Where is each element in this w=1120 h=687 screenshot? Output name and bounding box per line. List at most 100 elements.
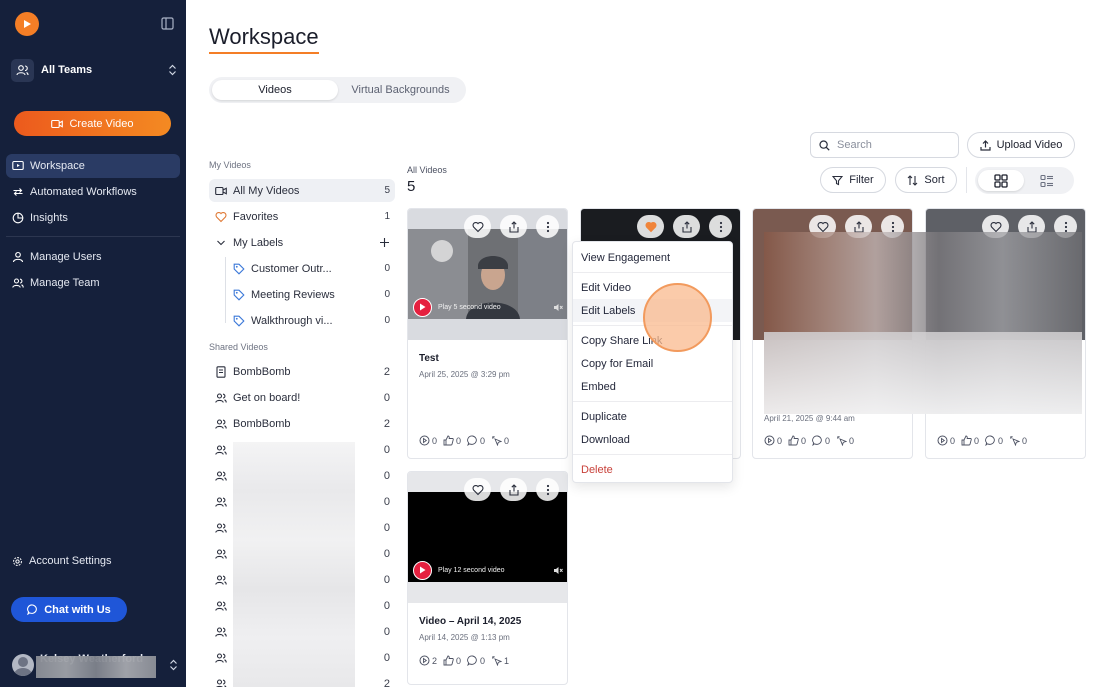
upload-video-button[interactable]: Upload Video: [967, 132, 1075, 158]
redacted-overlay: [36, 656, 156, 678]
mute-icon[interactable]: [553, 566, 563, 575]
toolbar-divider: [966, 167, 967, 193]
search-field[interactable]: [810, 132, 959, 158]
shared-folder-count: 0: [383, 392, 390, 404]
team-selector[interactable]: All Teams: [11, 57, 177, 83]
menu-duplicate[interactable]: Duplicate: [573, 405, 732, 428]
video-camera-icon: [215, 186, 227, 195]
play-duration-text: Play 5 second video: [438, 303, 501, 311]
list-view-button[interactable]: [1024, 170, 1070, 191]
user-menu[interactable]: Kelsey Weatherford: [12, 648, 178, 682]
favorite-button[interactable]: [464, 478, 491, 501]
comment-icon: [467, 435, 477, 446]
chat-bubble-icon: [27, 604, 38, 615]
comments-stat: 0: [812, 435, 830, 446]
users-icon: [215, 653, 227, 663]
shared-folder-item[interactable]: BombBomb 2: [209, 359, 395, 385]
tag-icon: [233, 263, 245, 275]
users-icon: [215, 575, 227, 585]
heart-icon: [215, 211, 227, 222]
label-item[interactable]: Meeting Reviews 0: [209, 283, 395, 306]
likes-count: 0: [456, 435, 462, 446]
video-title[interactable]: Test: [419, 353, 439, 364]
menu-copy-for-email[interactable]: Copy for Email: [573, 352, 732, 375]
video-title[interactable]: Video – April 14, 2025: [419, 616, 521, 627]
nav-item-manage-users[interactable]: Manage Users: [6, 245, 180, 269]
menu-embed[interactable]: Embed: [573, 375, 732, 398]
folder-all-my-videos[interactable]: All My Videos 5: [209, 179, 395, 202]
users-icon: [215, 549, 227, 559]
filter-button[interactable]: Filter: [820, 167, 886, 193]
video-card[interactable]: Play 12 second video Video – April 14, 2…: [407, 471, 568, 685]
avatar: [12, 654, 34, 676]
shared-folder-label: BombBomb: [233, 418, 291, 430]
shared-folder-item[interactable]: BombBomb 2: [209, 411, 395, 437]
grid-heading: All Videos: [407, 165, 447, 175]
likes-count: 0: [974, 435, 980, 446]
grid-icon: [994, 173, 1008, 188]
nav-item-automated-workflows[interactable]: Automated Workflows: [6, 180, 180, 204]
video-play-bar[interactable]: Play 5 second video: [413, 297, 563, 317]
label-item[interactable]: Walkthrough vi... 0: [209, 309, 395, 332]
upload-icon: [979, 139, 991, 151]
more-options-button[interactable]: [536, 478, 559, 501]
heart-icon: [817, 221, 828, 232]
menu-download[interactable]: Download: [573, 428, 732, 451]
play-icon[interactable]: [413, 560, 432, 580]
comments-count: 0: [998, 435, 1004, 446]
mute-icon[interactable]: [553, 303, 563, 312]
views-stat: 0: [937, 435, 955, 446]
sidebar: All Teams Create Video Workspace Automat…: [0, 0, 186, 687]
shared-folder-count: 0: [383, 470, 390, 482]
shared-folder-count: 2: [383, 418, 390, 430]
video-thumbnail[interactable]: Play 12 second video: [408, 472, 567, 603]
sort-button[interactable]: Sort: [895, 167, 957, 193]
add-label-icon[interactable]: [379, 237, 390, 248]
video-play-bar[interactable]: Play 12 second video: [413, 560, 563, 580]
shared-folder-count: 0: [383, 548, 390, 560]
create-video-label: Create Video: [69, 117, 134, 130]
nav-item-insights[interactable]: Insights: [6, 206, 180, 230]
grid-view-button[interactable]: [978, 170, 1024, 191]
nav-item-manage-team[interactable]: Manage Team: [6, 271, 180, 295]
search-input[interactable]: [837, 139, 947, 151]
more-options-button[interactable]: [536, 215, 559, 238]
create-video-button[interactable]: Create Video: [14, 111, 171, 136]
favorite-button[interactable]: [637, 215, 664, 238]
folder-favorites[interactable]: Favorites 1: [209, 205, 395, 228]
chat-with-us-button[interactable]: Chat with Us: [11, 597, 127, 622]
users-icon: [11, 58, 34, 82]
share-button[interactable]: [500, 478, 527, 501]
collapse-sidebar-icon[interactable]: [161, 17, 174, 30]
likes-count: 0: [456, 655, 462, 666]
folder-my-labels[interactable]: My Labels: [209, 231, 395, 254]
menu-delete[interactable]: Delete: [573, 458, 732, 481]
users-icon: [215, 497, 227, 507]
bombbomb-logo-icon[interactable]: [15, 12, 39, 36]
menu-view-engagement[interactable]: View Engagement: [573, 246, 732, 269]
nav-item-workspace[interactable]: Workspace: [6, 154, 180, 178]
label-count: 0: [384, 263, 390, 274]
more-options-button[interactable]: [709, 215, 732, 238]
label-item[interactable]: Customer Outr... 0: [209, 257, 395, 280]
video-thumbnail[interactable]: Play 5 second video: [408, 209, 567, 340]
account-settings-link[interactable]: Account Settings: [12, 555, 112, 567]
menu-divider: [573, 272, 732, 273]
shared-folder-item[interactable]: Get on board! 0: [209, 385, 395, 411]
nav-label: Workspace: [30, 160, 85, 172]
video-card[interactable]: Play 5 second video Test April 25, 2025 …: [407, 208, 568, 459]
play-icon[interactable]: [413, 297, 432, 317]
cursor-click-icon: [492, 656, 503, 666]
chat-label: Chat with Us: [44, 603, 111, 616]
favorite-button[interactable]: [464, 215, 491, 238]
redacted-overlay: [764, 232, 1082, 414]
share-button[interactable]: [500, 215, 527, 238]
play-circle-icon: [937, 435, 948, 446]
tab-videos[interactable]: Videos: [212, 80, 338, 100]
thumbs-up-icon: [788, 435, 799, 446]
share-button[interactable]: [673, 215, 700, 238]
comments-count: 0: [480, 655, 486, 666]
search-icon: [819, 139, 830, 151]
video-date: April 21, 2025 @ 9:44 am: [764, 414, 855, 423]
tab-virtual-backgrounds[interactable]: Virtual Backgrounds: [338, 80, 463, 100]
